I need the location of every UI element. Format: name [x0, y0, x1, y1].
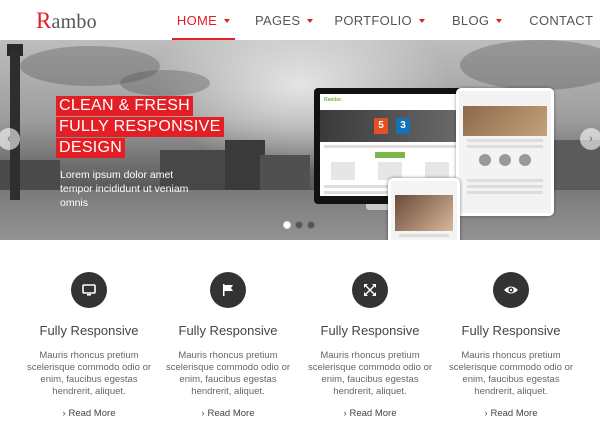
chevron-right-icon: › — [589, 133, 593, 145]
eye-icon — [493, 272, 529, 308]
slider-dot[interactable] — [307, 221, 315, 229]
feature-card: Fully Responsive Mauris rhoncus pretium … — [300, 240, 440, 421]
flag-icon — [210, 272, 246, 308]
read-more-link[interactable]: › Read More — [344, 408, 397, 419]
headline-line: DESIGN — [56, 138, 126, 158]
caret-down-icon — [418, 18, 425, 23]
main-nav: HOME PAGES PORTFOLIO BLOG CONTACT — [172, 0, 600, 40]
feature-title: Fully Responsive — [461, 323, 561, 338]
caret-down-icon — [307, 18, 314, 23]
site-header: Rambo HOME PAGES PORTFOLIO BLOG CONTACT — [0, 0, 600, 40]
chevron-right-icon: › — [484, 408, 488, 418]
caret-down-icon — [224, 18, 231, 23]
site-logo[interactable]: Rambo — [36, 8, 97, 34]
nav-item-home[interactable]: HOME — [172, 0, 235, 40]
feature-description: Mauris rhoncus pretium scelerisque commo… — [448, 350, 574, 397]
chevron-right-icon: › — [343, 408, 347, 418]
nav-label: PAGES — [255, 12, 301, 28]
slide-caption: Lorem ipsum dolor amet tempor incididunt… — [60, 169, 189, 209]
headline-line: CLEAN & FRESH — [56, 96, 194, 116]
slider-dot[interactable] — [295, 221, 303, 229]
feature-description: Mauris rhoncus pretium scelerisque commo… — [307, 350, 433, 397]
monitor-icon — [71, 272, 107, 308]
nav-item-pages[interactable]: PAGES — [255, 0, 314, 40]
chevron-right-icon: › — [201, 408, 205, 418]
feature-description: Mauris rhoncus pretium scelerisque commo… — [26, 350, 152, 397]
read-more-link[interactable]: › Read More — [485, 408, 538, 419]
feature-title: Fully Responsive — [39, 323, 139, 338]
features-section: Fully Responsive Mauris rhoncus pretium … — [0, 240, 600, 429]
read-more-link[interactable]: › Read More — [63, 408, 116, 419]
feature-card: Fully Responsive Mauris rhoncus pretium … — [158, 240, 298, 421]
read-more-link[interactable]: › Read More — [202, 408, 255, 419]
hero-slider: CLEAN & FRESH FULLY RESPONSIVE DESIGN Lo… — [0, 40, 600, 240]
nav-label: BLOG — [451, 12, 490, 28]
slider-pagination — [283, 221, 319, 229]
mockup-logo: Rambo — [324, 97, 341, 103]
feature-card: Fully Responsive Mauris rhoncus pretium … — [19, 240, 159, 421]
nav-label: PORTFOLIO — [334, 12, 412, 28]
chevron-left-icon: ‹ — [7, 133, 11, 145]
phone-mockup — [388, 178, 460, 240]
slider-dot[interactable] — [283, 221, 291, 229]
nav-item-contact[interactable]: CONTACT — [529, 0, 600, 40]
feature-description: Mauris rhoncus pretium scelerisque commo… — [165, 350, 291, 397]
nav-label: HOME — [176, 12, 218, 28]
feature-card: Fully Responsive Mauris rhoncus pretium … — [441, 240, 581, 421]
nav-label: CONTACT — [529, 12, 594, 28]
chevron-right-icon: › — [62, 408, 66, 418]
slider-next-button[interactable]: › — [580, 128, 600, 150]
nav-item-portfolio[interactable]: PORTFOLIO — [334, 0, 425, 40]
expand-arrows-icon — [352, 272, 388, 308]
slide-headline: CLEAN & FRESH FULLY RESPONSIVE DESIGN — [56, 96, 224, 159]
caret-down-icon — [496, 18, 503, 23]
feature-title: Fully Responsive — [320, 323, 420, 338]
css3-icon: 3 — [396, 118, 410, 134]
nav-item-blog[interactable]: BLOG — [451, 0, 503, 40]
feature-title: Fully Responsive — [178, 323, 278, 338]
headline-line: FULLY RESPONSIVE — [56, 117, 224, 137]
tablet-mockup — [456, 88, 554, 216]
html5-icon: 5 — [374, 118, 388, 134]
